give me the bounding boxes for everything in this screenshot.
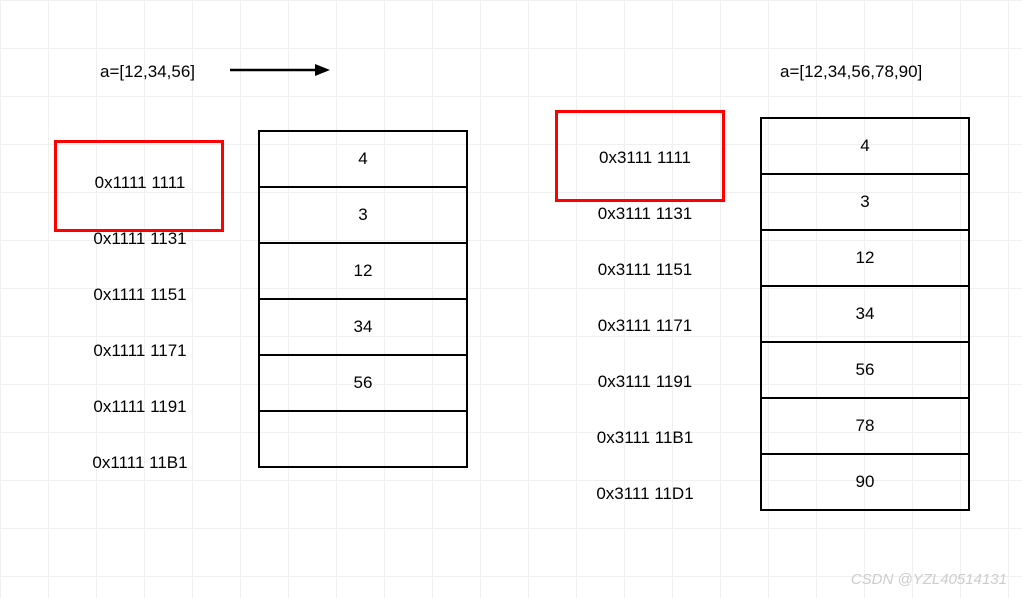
memory-cell: [260, 412, 466, 468]
highlight-box-right: [555, 110, 725, 202]
address-label: 0x3111 1151: [570, 242, 720, 298]
memory-cell: 12: [260, 244, 466, 300]
address-label: 0x1111 11B1: [65, 435, 215, 491]
memory-cell: 90: [762, 455, 968, 511]
address-label: 0x1111 1151: [65, 267, 215, 323]
arrow-right-icon: [230, 60, 330, 80]
memory-cell: 3: [260, 188, 466, 244]
memory-cell: 34: [260, 300, 466, 356]
address-label: 0x1111 1171: [65, 323, 215, 379]
variable-label-right: a=[12,34,56,78,90]: [780, 62, 922, 82]
watermark-text: CSDN @YZL40514131: [851, 571, 1007, 588]
memory-stack-left: 4 3 12 34 56: [258, 130, 468, 468]
address-label: 0x3111 11B1: [570, 410, 720, 466]
address-label: 0x1111 1191: [65, 379, 215, 435]
highlight-box-left: [54, 140, 224, 232]
memory-cell: 12: [762, 231, 968, 287]
variable-label-left: a=[12,34,56]: [100, 62, 195, 82]
memory-cell: 34: [762, 287, 968, 343]
memory-stack-right: 4 3 12 34 56 78 90: [760, 117, 970, 511]
address-label: 0x3111 1191: [570, 354, 720, 410]
memory-cell: 4: [762, 119, 968, 175]
address-label: 0x3111 11D1: [570, 466, 720, 522]
memory-cell: 78: [762, 399, 968, 455]
memory-cell: 4: [260, 132, 466, 188]
memory-cell: 3: [762, 175, 968, 231]
memory-cell: 56: [762, 343, 968, 399]
memory-cell: 56: [260, 356, 466, 412]
address-label: 0x3111 1171: [570, 298, 720, 354]
